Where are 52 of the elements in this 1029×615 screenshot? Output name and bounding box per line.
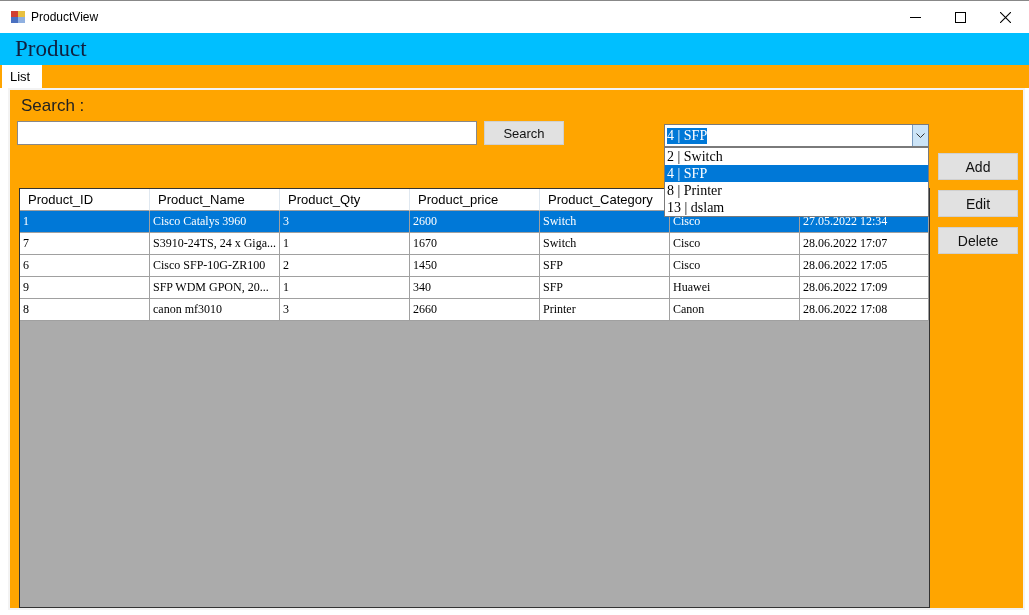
table-cell: 2 [280, 255, 410, 277]
action-button[interactable]: Delete [938, 227, 1018, 254]
table-cell: 2660 [410, 299, 540, 321]
table-row[interactable]: 8 canon mf3010 3 2660 Printer Canon 28.06.2022 17:08 [20, 299, 929, 321]
tab[interactable]: List [2, 65, 43, 88]
page-title: Product [15, 36, 87, 62]
table-row[interactable]: 6 Cisco SFP-10G-ZR100 2 1450 SFP Cisco 28.06.2022 17:05 [20, 255, 929, 277]
table-cell: 1450 [410, 255, 540, 277]
table-cell: Huawei [670, 277, 800, 299]
table-cell: Switch [540, 233, 670, 255]
table-cell: Canon [670, 299, 800, 321]
caret-icon [916, 133, 925, 138]
table-cell: 3 [280, 299, 410, 321]
table-cell: 28.06.2022 17:07 [800, 233, 929, 255]
table-cell: Cisco SFP-10G-ZR100 [150, 255, 280, 277]
dropdown-option[interactable]: 2 | Switch [665, 148, 928, 165]
table-cell: 28.06.2022 17:08 [800, 299, 929, 321]
table-cell: 28.06.2022 17:09 [800, 277, 929, 299]
action-button[interactable]: Add [938, 153, 1018, 180]
table-cell: SFP [540, 277, 670, 299]
category-combo[interactable]: 4 | SFP [664, 124, 929, 147]
window-title: ProductView [31, 10, 99, 24]
table-cell: 6 [20, 255, 150, 277]
table-cell: 1 [280, 233, 410, 255]
table-cell: Printer [540, 299, 670, 321]
table-row[interactable]: 7 S3910-24TS, 24 x Giga... 1 1670 Switch Cisco 28.06.2022 17:07 [20, 233, 929, 255]
table-cell: S3910-24TS, 24 x Giga... [150, 233, 280, 255]
table-cell: 7 [20, 233, 150, 255]
table-cell: 1670 [410, 233, 540, 255]
table-cell: Cisco [670, 233, 800, 255]
minimize-icon[interactable] [910, 16, 921, 18]
table-cell: Cisco [670, 255, 800, 277]
table-cell: 9 [20, 277, 150, 299]
table-cell: 1 [280, 277, 410, 299]
table-cell: 340 [410, 277, 540, 299]
search-label: Search : [21, 96, 86, 117]
search-field[interactable] [17, 121, 477, 145]
table-cell: SFP WDM GPON, 20... [150, 277, 280, 299]
table-cell: canon mf3010 [150, 299, 280, 321]
maximize-icon[interactable] [955, 11, 966, 23]
close-icon[interactable] [1000, 11, 1011, 23]
dropdown-option[interactable]: 4 | SFP [665, 165, 928, 182]
dropdown-button[interactable] [912, 125, 928, 146]
table-cell: 28.06.2022 17:05 [800, 255, 929, 277]
table-row[interactable]: 9 SFP WDM GPON, 20... 1 340 SFP Huawei 28.06.2022 17:09 [20, 277, 929, 299]
action-button[interactable]: Edit [938, 190, 1018, 217]
search-button[interactable]: Search [484, 121, 564, 145]
dropdown-option[interactable]: 8 | Printer [665, 182, 928, 199]
combo-value: 4 | SFP [667, 127, 708, 144]
app-icon [11, 11, 25, 23]
table-cell: 8 [20, 299, 150, 321]
table-cell: SFP [540, 255, 670, 277]
